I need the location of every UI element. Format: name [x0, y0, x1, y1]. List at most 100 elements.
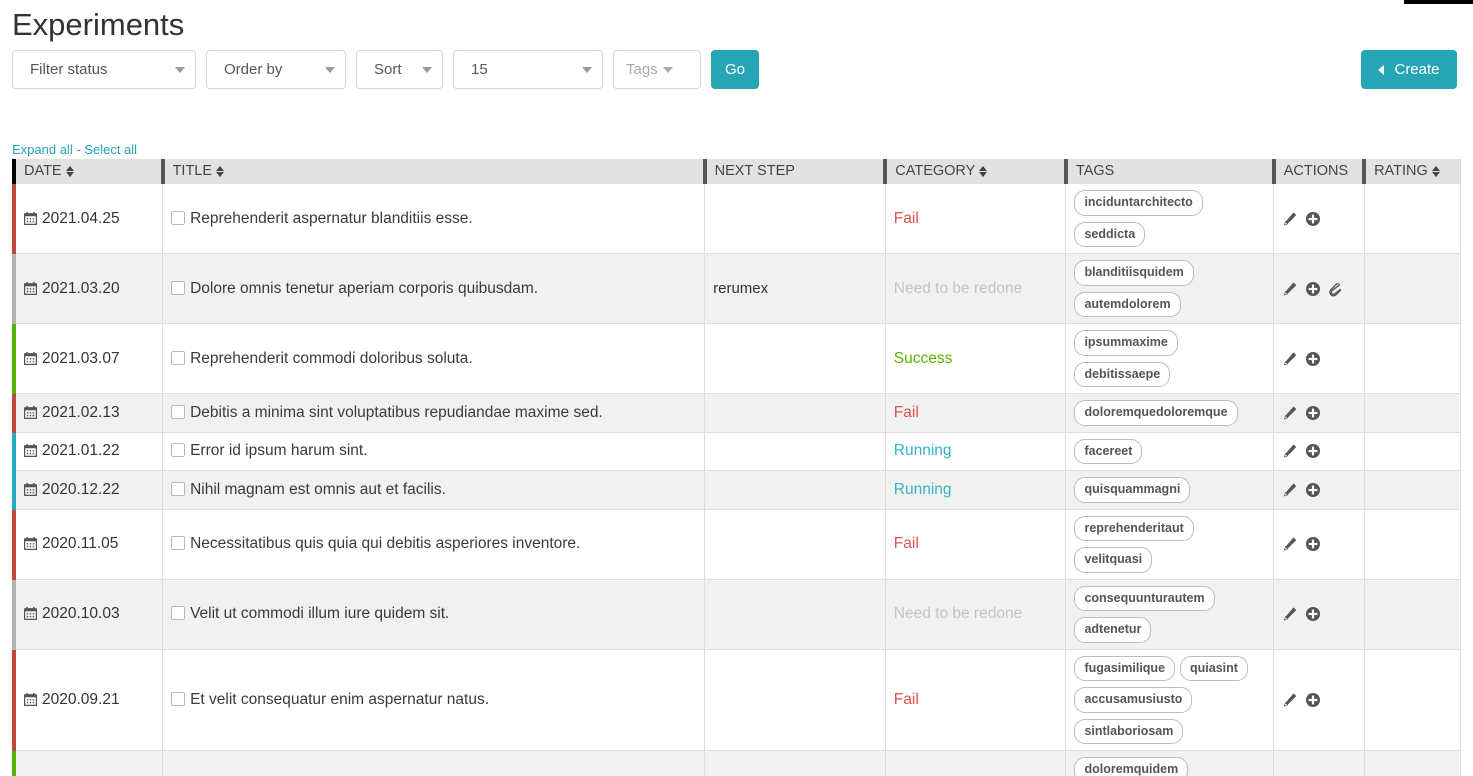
title-text[interactable]: Error id ipsum harum sint.: [190, 442, 367, 459]
date-text: 2020.11.05: [42, 535, 119, 552]
edit-icon[interactable]: [1282, 482, 1298, 498]
order-by-select[interactable]: Order by: [206, 50, 346, 89]
tag-chip[interactable]: facereet: [1074, 438, 1143, 464]
tag-chip[interactable]: inciduntarchitecto: [1074, 190, 1203, 216]
row-checkbox[interactable]: [171, 350, 186, 365]
column-header-rating[interactable]: RATING: [1362, 159, 1462, 184]
tag-chip[interactable]: blanditiisquidem: [1074, 260, 1194, 286]
table-row[interactable]: 2021.01.22 Error id ipsum harum sint. Runn…: [12, 432, 1462, 471]
row-checkbox[interactable]: [171, 404, 186, 419]
table-row[interactable]: 2021.03.07 Reprehenderit commodi doloribu…: [12, 323, 1462, 394]
table-row[interactable]: 2021.03.20 Dolore omnis tenetur aperiam c…: [12, 253, 1462, 324]
tags-dropdown[interactable]: Tags: [613, 50, 701, 89]
tag-chip[interactable]: sintlaboriosam: [1074, 718, 1184, 744]
table-row[interactable]: 2021.02.13 Debitis a minima sint voluptat…: [12, 393, 1462, 433]
table-row[interactable]: 2020.11.05 Necessitatibus quis quia qui d…: [12, 509, 1462, 580]
tag-chip[interactable]: autemdolorem: [1074, 291, 1181, 317]
row-checkbox[interactable]: [171, 606, 186, 620]
filter-status-select[interactable]: Filter status: [12, 50, 196, 89]
edit-icon[interactable]: [1282, 351, 1298, 367]
table-row[interactable]: 2020.10.03 Velit ut commodi illum iure qu…: [12, 579, 1462, 650]
sort-icon[interactable]: [979, 165, 988, 178]
tag-chip[interactable]: consequunturautem: [1074, 585, 1215, 611]
expand-all-link[interactable]: Expand all: [12, 142, 73, 157]
table-row[interactable]: 2020.12.22 Nihil magnam est omnis aut et …: [12, 470, 1462, 510]
tag-chip[interactable]: doloremquedoloremque: [1074, 400, 1238, 426]
tag-chip[interactable]: quiasint: [1180, 655, 1248, 681]
sort-icon[interactable]: [216, 165, 225, 178]
tag-chip[interactable]: fugasimilique: [1074, 655, 1176, 681]
tag-chip[interactable]: ipsummaxime: [1074, 330, 1178, 356]
create-button[interactable]: Create: [1361, 50, 1457, 89]
row-checkbox[interactable]: [171, 481, 186, 496]
add-icon[interactable]: [1305, 405, 1321, 421]
sort-icon[interactable]: [1431, 165, 1441, 178]
add-icon[interactable]: [1305, 281, 1321, 297]
cell-rating[interactable]: [1364, 393, 1462, 433]
row-checkbox[interactable]: [171, 536, 186, 550]
edit-icon[interactable]: [1282, 536, 1298, 552]
edit-icon[interactable]: [1282, 606, 1298, 622]
tag-chip[interactable]: accusamusiusto: [1074, 687, 1193, 713]
cell-rating[interactable]: [1364, 579, 1462, 650]
column-header-title[interactable]: TITLE: [160, 159, 706, 184]
row-checkbox[interactable]: [171, 210, 186, 225]
title-text[interactable]: Necessitatibus quis quia qui debitis asp…: [190, 535, 580, 552]
cell-next-step: [704, 649, 886, 751]
cell-rating[interactable]: [1364, 649, 1462, 751]
tag-list: fugasimilique quiasint accusamusiusto sintl…: [1074, 655, 1265, 744]
sort-select[interactable]: Sort: [356, 50, 443, 89]
tag-chip[interactable]: doloremquidem: [1074, 757, 1189, 776]
edit-icon[interactable]: [1282, 211, 1298, 227]
tag-chip[interactable]: seddicta: [1074, 221, 1146, 247]
add-icon[interactable]: [1305, 692, 1321, 708]
add-icon[interactable]: [1305, 482, 1321, 498]
tag-chip[interactable]: debitissaepe: [1074, 361, 1171, 387]
tag-list: quisquammagni: [1074, 477, 1265, 503]
sort-icon[interactable]: [65, 165, 75, 178]
select-all-link[interactable]: Select all: [84, 142, 137, 157]
row-checkbox[interactable]: [171, 280, 186, 295]
add-icon[interactable]: [1305, 606, 1321, 622]
title-text[interactable]: Et velit consequatur enim aspernatur nat…: [190, 691, 489, 708]
cell-rating[interactable]: [1364, 750, 1462, 776]
tag-list: ipsummaxime debitissaepe: [1074, 330, 1265, 387]
title-text[interactable]: Dolore omnis tenetur aperiam corporis qu…: [190, 280, 538, 297]
table-row[interactable]: 2020.09.05Vero rerum nesciunt quam cum q…: [12, 750, 1462, 776]
cell-rating[interactable]: [1364, 470, 1462, 510]
table-row[interactable]: 2020.09.21 Et velit consequatur enim aspe…: [12, 649, 1462, 751]
title-text[interactable]: Debitis a minima sint voluptatibus repud…: [190, 404, 603, 421]
tag-chip[interactable]: reprehenderitaut: [1074, 515, 1194, 541]
attach-icon[interactable]: [1328, 281, 1344, 297]
cell-rating[interactable]: [1364, 184, 1462, 254]
add-icon[interactable]: [1305, 211, 1321, 227]
tag-chip[interactable]: velitquasi: [1074, 547, 1153, 573]
cell-rating[interactable]: [1364, 323, 1462, 394]
edit-icon[interactable]: [1282, 281, 1298, 297]
title-text[interactable]: Reprehenderit commodi doloribus soluta.: [190, 350, 473, 367]
column-header-category[interactable]: CATEGORY: [883, 159, 1067, 184]
column-label: TITLE: [172, 163, 213, 179]
edit-icon[interactable]: [1282, 692, 1298, 708]
tag-chip[interactable]: adtenetur: [1074, 617, 1152, 643]
title-text[interactable]: Nihil magnam est omnis aut et facilis.: [190, 481, 446, 498]
page-size-select[interactable]: 15: [453, 50, 603, 89]
column-header-date[interactable]: DATE: [12, 159, 164, 184]
add-icon[interactable]: [1305, 351, 1321, 367]
table-row[interactable]: 2021.04.25 Reprehenderit aspernatur bland…: [12, 184, 1462, 254]
title-text[interactable]: Reprehenderit aspernatur blanditiis esse…: [190, 210, 473, 227]
add-icon[interactable]: [1305, 443, 1321, 459]
cell-rating[interactable]: [1364, 509, 1462, 580]
cell-next-step: [704, 470, 886, 510]
edit-icon[interactable]: [1282, 405, 1298, 421]
tag-chip[interactable]: quisquammagni: [1074, 477, 1191, 503]
cell-rating[interactable]: [1364, 432, 1462, 471]
add-icon[interactable]: [1305, 536, 1321, 552]
row-checkbox[interactable]: [171, 691, 186, 706]
cell-rating[interactable]: [1364, 253, 1462, 324]
go-button[interactable]: Go: [711, 50, 760, 89]
edit-icon[interactable]: [1282, 443, 1298, 459]
row-checkbox[interactable]: [171, 443, 186, 458]
table-body: 2021.04.25 Reprehenderit aspernatur bland…: [12, 184, 1462, 776]
title-text[interactable]: Velit ut commodi illum iure quidem sit.: [190, 605, 449, 622]
